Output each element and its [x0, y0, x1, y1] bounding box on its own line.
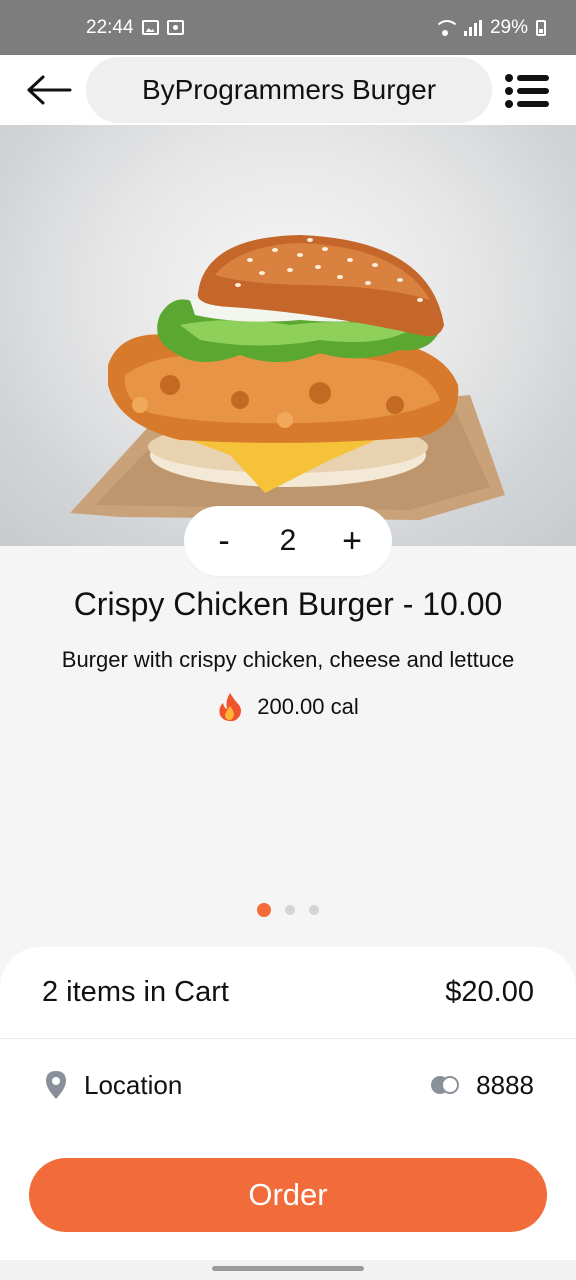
back-button[interactable] [26, 74, 72, 106]
system-navigation-bar [0, 1260, 576, 1280]
page-title: ByProgrammers Burger [141, 74, 437, 105]
status-bar: 22:44 29% [0, 0, 576, 55]
cart-items-count: 2 items in Cart [42, 976, 229, 1008]
calories-row: 200.00 cal [0, 692, 576, 722]
payment-card[interactable]: 8888 [430, 1070, 534, 1101]
status-right: 29% [433, 16, 546, 39]
flame-icon [219, 693, 242, 722]
back-arrow-icon [27, 75, 72, 105]
wifi-icon [433, 19, 460, 36]
quantity-stepper: - 2 + [184, 506, 392, 576]
home-indicator[interactable] [212, 1266, 364, 1271]
product-description: Burger with crispy chicken, cheese and l… [61, 647, 515, 672]
card-number: 8888 [476, 1069, 534, 1100]
cart-total: $20.00 [445, 976, 534, 1008]
location-label: Location [84, 1069, 183, 1100]
page-indicator [0, 903, 576, 917]
battery-percent: 29% [489, 16, 528, 38]
page-dot[interactable] [285, 905, 295, 915]
decrement-button[interactable]: - [206, 521, 242, 561]
page-dot[interactable] [309, 905, 319, 915]
restaurant-title: ByProgrammers Burger [86, 57, 492, 123]
list-icon [505, 74, 549, 108]
product-image [0, 125, 576, 546]
order-button[interactable]: Order [29, 1158, 547, 1232]
status-left: 22:44 [86, 17, 184, 39]
location-row: Location 8888 [0, 1039, 576, 1131]
calories-value: 200.00 cal [257, 694, 359, 719]
increment-button[interactable]: + [334, 521, 370, 561]
list-menu-button[interactable] [504, 73, 550, 109]
cart-sheet: 2 items in Cart $20.00 Location 8888 Ord… [0, 947, 576, 1260]
page-dot[interactable] [257, 903, 271, 917]
cart-summary-row: 2 items in Cart $20.00 [0, 947, 576, 1039]
screen: 22:44 29% ByProgrammers Burger - 2 + Cri… [0, 0, 576, 1280]
battery-icon [536, 19, 546, 36]
location-pin-icon [46, 1071, 66, 1099]
gallery-notification-icon [141, 20, 159, 35]
quantity-value: 2 [279, 524, 297, 557]
location-selector[interactable]: Location [44, 1070, 182, 1101]
status-time: 22:44 [86, 16, 134, 38]
camera-notification-icon [166, 20, 184, 35]
burger-image [70, 235, 505, 520]
app-bar: ByProgrammers Burger [0, 55, 576, 125]
product-title: Crispy Chicken Burger - 10.00 [73, 586, 503, 622]
signal-icon [463, 19, 482, 36]
card-icon [431, 1076, 460, 1094]
